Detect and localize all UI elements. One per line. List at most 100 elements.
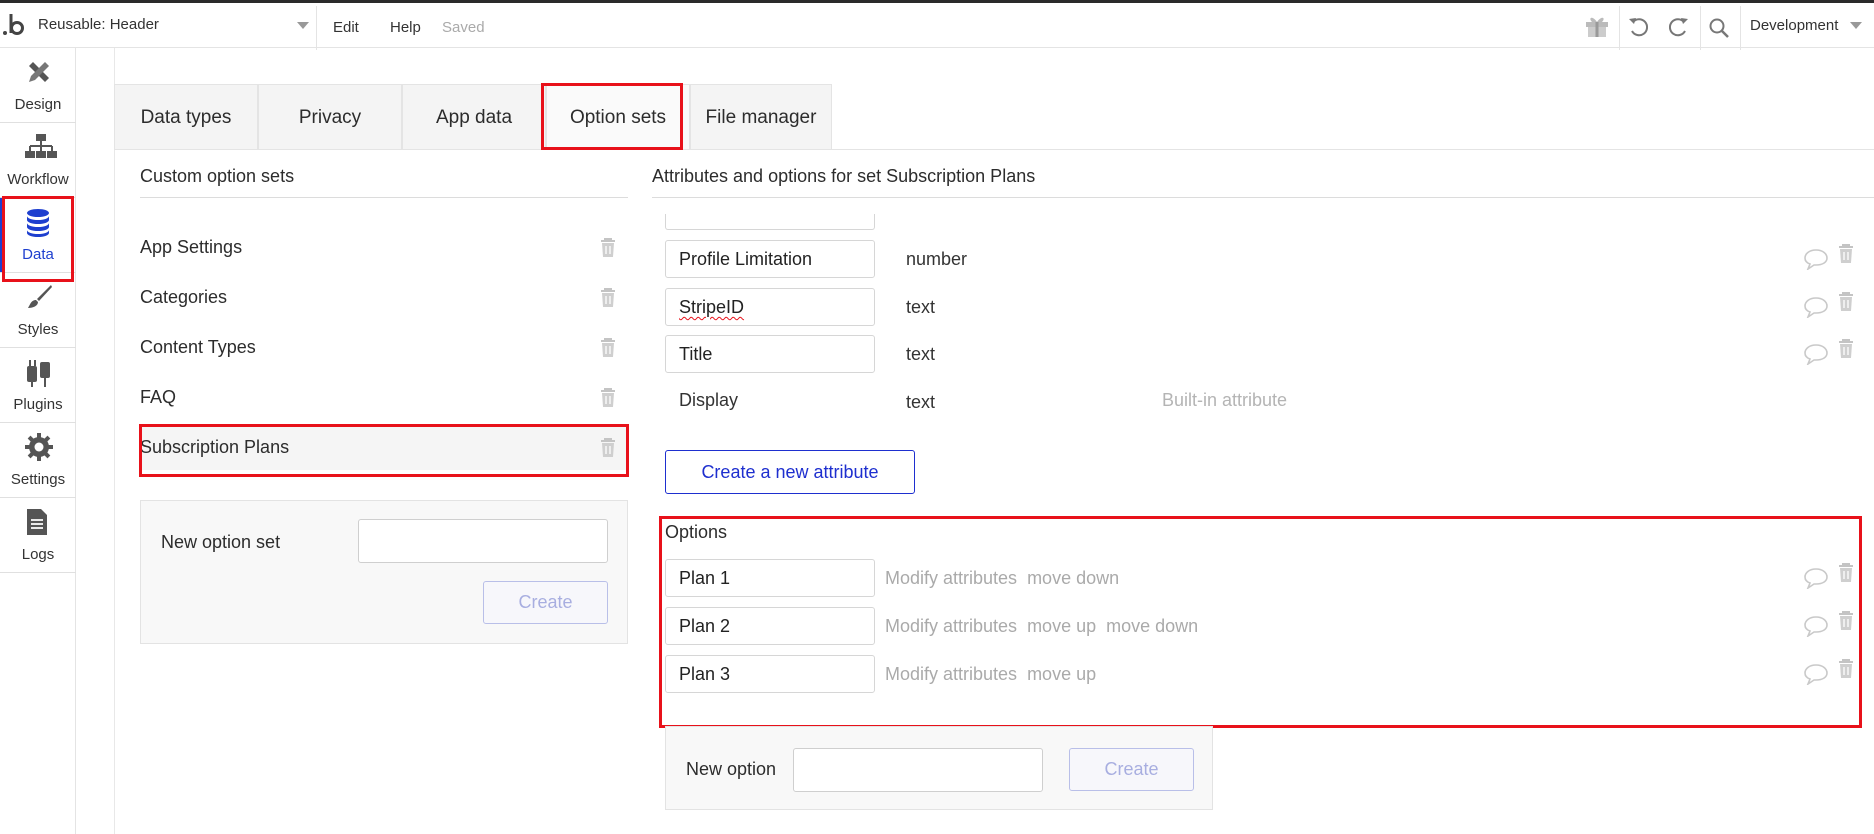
trash-icon[interactable] xyxy=(600,338,616,358)
page-name: Reusable: Header xyxy=(38,16,159,33)
move-up-link[interactable]: move up xyxy=(1027,616,1096,636)
option-set-row[interactable]: App Settings xyxy=(140,226,628,270)
bubble-logo-icon[interactable] xyxy=(2,11,28,39)
new-option-set-input[interactable] xyxy=(358,519,608,563)
option-row-actions xyxy=(1800,609,1860,639)
option-name-field[interactable]: Plan 3 xyxy=(665,655,875,693)
divider xyxy=(652,197,1874,198)
attribute-type: text xyxy=(906,344,936,364)
move-up-link[interactable]: move up xyxy=(1027,664,1096,684)
sidebar-item-label: Workflow xyxy=(7,171,69,188)
attribute-name: Title xyxy=(679,344,713,364)
option-name-field[interactable]: Plan 2 xyxy=(665,607,875,645)
trash-icon[interactable] xyxy=(1838,244,1854,264)
attribute-name-field[interactable]: Profile Limitation xyxy=(665,240,875,278)
option-set-label: Categories xyxy=(140,287,228,307)
brush-icon xyxy=(28,285,52,308)
divider xyxy=(1740,6,1741,50)
comment-icon[interactable] xyxy=(1803,663,1829,685)
divider xyxy=(1619,6,1620,50)
option-actions: Modify attributes move up move down xyxy=(885,616,1208,637)
left-sidebar: Design Workflow Data Styles Plugins Sett… xyxy=(0,48,76,834)
attribute-name: Profile Limitation xyxy=(679,249,813,269)
create-attribute-button[interactable]: Create a new attribute xyxy=(665,450,915,494)
sidebar-item-logs[interactable]: Logs xyxy=(0,498,76,573)
undo-icon[interactable] xyxy=(1627,15,1651,39)
trash-icon[interactable] xyxy=(1838,563,1854,583)
option-name-field[interactable]: Plan 1 xyxy=(665,559,875,597)
gift-icon[interactable] xyxy=(1584,14,1610,38)
attribute-name-field[interactable]: Title xyxy=(665,335,875,373)
page-selector[interactable]: Reusable: Header xyxy=(38,16,310,33)
help-menu[interactable]: Help xyxy=(390,19,421,36)
sidebar-item-styles[interactable]: Styles xyxy=(0,273,76,348)
edit-menu[interactable]: Edit xyxy=(333,19,359,36)
option-name: Plan 3 xyxy=(679,664,731,684)
divider xyxy=(1700,6,1701,50)
comment-icon[interactable] xyxy=(1803,567,1829,589)
sidebar-item-label: Plugins xyxy=(13,396,63,413)
builtin-attribute-type: text xyxy=(906,392,936,412)
environment-selector[interactable]: Development xyxy=(1750,17,1863,34)
modify-attributes-link[interactable]: Modify attributes xyxy=(885,568,1017,588)
attribute-name-field[interactable]: StripeID xyxy=(665,288,875,326)
option-name: Plan 2 xyxy=(679,616,731,636)
trash-icon[interactable] xyxy=(1838,611,1854,631)
tab-privacy[interactable]: Privacy xyxy=(258,84,402,150)
trash-icon[interactable] xyxy=(600,238,616,258)
custom-option-sets-title: Custom option sets xyxy=(140,166,295,186)
option-set-row-selected[interactable]: Subscription Plans xyxy=(140,426,628,470)
comment-icon[interactable] xyxy=(1803,248,1829,270)
move-down-link[interactable]: move down xyxy=(1106,616,1198,636)
plug-icon xyxy=(27,360,50,387)
sidebar-item-label: Settings xyxy=(10,471,66,488)
tab-app-data[interactable]: App data xyxy=(402,84,546,150)
environment-label: Development xyxy=(1750,17,1839,34)
option-set-row[interactable]: Content Types xyxy=(140,326,628,370)
option-set-row[interactable]: FAQ xyxy=(140,376,628,420)
search-icon[interactable] xyxy=(1708,17,1730,39)
attribute-type: number xyxy=(906,249,968,269)
option-set-label: FAQ xyxy=(140,387,177,407)
sidebar-item-data[interactable]: Data xyxy=(0,198,76,273)
chevron-down-icon xyxy=(297,22,309,29)
comment-icon[interactable] xyxy=(1803,296,1829,318)
create-option-button[interactable]: Create xyxy=(1069,748,1194,791)
move-down-link[interactable]: move down xyxy=(1027,568,1119,588)
sidebar-item-label: Data xyxy=(22,246,54,263)
divider xyxy=(140,197,628,198)
option-set-row[interactable]: Categories xyxy=(140,276,628,320)
create-option-set-button[interactable]: Create xyxy=(483,581,608,624)
sidebar-item-label: Logs xyxy=(21,546,55,563)
modify-attributes-link[interactable]: Modify attributes xyxy=(885,664,1017,684)
new-option-panel: New option Create xyxy=(665,726,1213,810)
trash-icon[interactable] xyxy=(600,438,616,458)
chevron-down-icon xyxy=(1849,22,1862,29)
comment-icon[interactable] xyxy=(1803,343,1829,365)
attribute-name-field-clipped[interactable] xyxy=(665,214,875,230)
trash-icon[interactable] xyxy=(1838,659,1854,679)
redo-icon[interactable] xyxy=(1666,15,1690,39)
attribute-type: text xyxy=(906,297,936,317)
option-set-label: App Settings xyxy=(140,237,243,257)
trash-icon[interactable] xyxy=(1838,292,1854,312)
sidebar-item-plugins[interactable]: Plugins xyxy=(0,348,76,423)
sidebar-item-workflow[interactable]: Workflow xyxy=(0,123,76,198)
sidebar-item-design[interactable]: Design xyxy=(0,48,76,123)
trash-icon[interactable] xyxy=(1838,339,1854,359)
content-border xyxy=(114,48,115,834)
tab-file-manager[interactable]: File manager xyxy=(690,84,832,150)
modify-attributes-link[interactable]: Modify attributes xyxy=(885,616,1017,636)
document-icon xyxy=(27,509,47,535)
comment-icon[interactable] xyxy=(1803,615,1829,637)
new-option-set-label: New option set xyxy=(161,532,281,552)
builtin-attribute-note: Built-in attribute xyxy=(1162,390,1288,410)
sidebar-item-label: Design xyxy=(14,96,62,113)
new-option-input[interactable] xyxy=(793,748,1043,792)
attribute-row-actions xyxy=(1800,337,1860,367)
tab-option-sets[interactable]: Option sets xyxy=(546,84,690,150)
trash-icon[interactable] xyxy=(600,388,616,408)
tab-data-types[interactable]: Data types xyxy=(114,84,258,150)
sidebar-item-settings[interactable]: Settings xyxy=(0,423,76,498)
trash-icon[interactable] xyxy=(600,288,616,308)
